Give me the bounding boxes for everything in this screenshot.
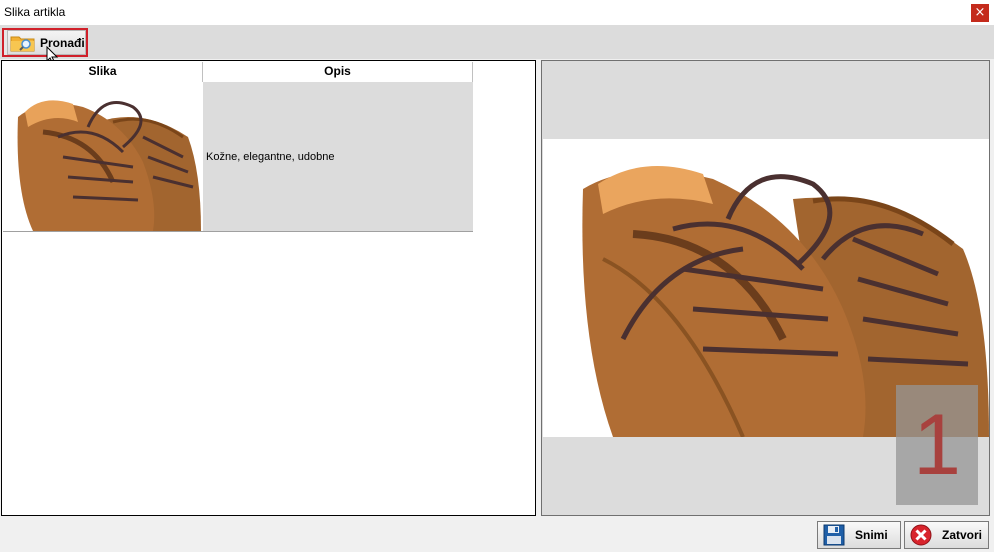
row-thumbnail-shoes-icon[interactable] bbox=[3, 82, 203, 231]
page-number-badge: 1 bbox=[896, 385, 978, 505]
title-bar: Slika artikla × bbox=[0, 0, 994, 25]
save-button[interactable]: Snimi bbox=[817, 521, 901, 549]
close-circle-icon bbox=[910, 524, 932, 546]
close-button-label: Zatvori bbox=[942, 528, 983, 542]
window-close-button[interactable]: × bbox=[971, 4, 989, 22]
table-row[interactable]: Kožne, elegantne, udobne bbox=[3, 82, 473, 232]
close-button[interactable]: Zatvori bbox=[904, 521, 989, 549]
window-title: Slika artikla bbox=[4, 5, 66, 19]
folder-search-icon bbox=[10, 34, 36, 52]
find-button[interactable]: Pronađi bbox=[2, 28, 88, 57]
close-icon: × bbox=[974, 5, 986, 20]
row-description[interactable]: Kožne, elegantne, udobne bbox=[203, 82, 473, 231]
floppy-disk-icon bbox=[823, 524, 845, 546]
column-header-image[interactable]: Slika bbox=[3, 62, 203, 82]
column-header-description[interactable]: Opis bbox=[203, 62, 473, 82]
description-text: Kožne, elegantne, udobne bbox=[206, 150, 335, 163]
image-list-panel: Slika Opis Kožne, elegantne, udobne bbox=[1, 60, 536, 516]
grid-header: Slika Opis bbox=[3, 62, 473, 82]
toolbar: Pronađi bbox=[0, 25, 994, 59]
save-button-label: Snimi bbox=[855, 528, 888, 542]
image-preview-panel: 1 bbox=[541, 60, 990, 516]
